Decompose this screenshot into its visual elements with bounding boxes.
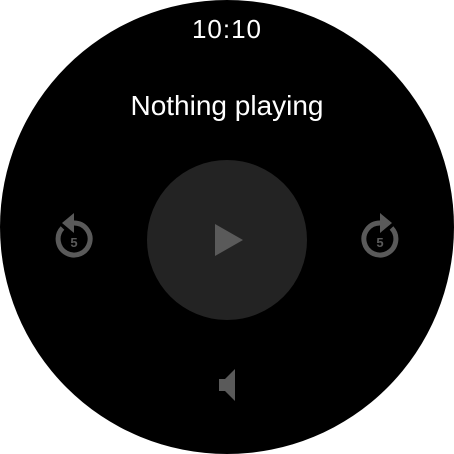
skip-forward-button[interactable]: 5: [350, 207, 410, 267]
now-playing-title: Nothing playing: [130, 90, 324, 121]
status-time: 10:10: [191, 14, 263, 44]
watch-screen: 10:10 Nothing playing 5 5: [0, 0, 454, 454]
volume-button[interactable]: [207, 363, 247, 407]
play-icon: [215, 224, 243, 256]
skip-back-seconds: 5: [70, 235, 77, 250]
replay-5-icon: 5: [55, 213, 93, 258]
skip-forward-seconds: 5: [376, 235, 383, 250]
skip-back-button[interactable]: 5: [44, 207, 104, 267]
play-button[interactable]: [147, 160, 307, 320]
volume-icon: [219, 369, 235, 401]
forward-5-icon: 5: [361, 213, 399, 258]
